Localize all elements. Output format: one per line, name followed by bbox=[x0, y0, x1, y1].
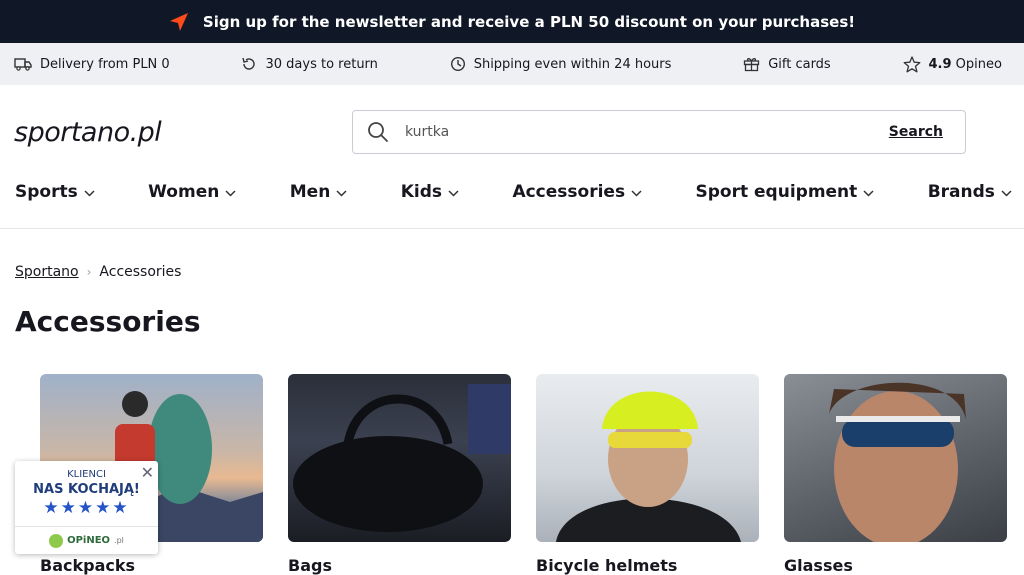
category-label: Bags bbox=[288, 556, 332, 575]
header-divider bbox=[0, 228, 1024, 229]
nav-item-brands[interactable]: Brands bbox=[928, 182, 1012, 202]
category-label: Glasses bbox=[784, 556, 853, 575]
badge-footer: OPiNEO .pl bbox=[15, 526, 158, 554]
nav-label: Brands bbox=[927, 182, 995, 202]
truck-icon bbox=[14, 57, 32, 71]
rating-score: 4.9 bbox=[928, 56, 952, 72]
nav-label: Sport equipment bbox=[695, 182, 858, 202]
nav-label: Sports bbox=[15, 182, 78, 202]
search-box: Search bbox=[352, 110, 966, 154]
nav-label: Kids bbox=[400, 182, 443, 202]
newsletter-banner[interactable]: Sign up for the newsletter and receive a… bbox=[0, 0, 1024, 43]
chevron-down-icon bbox=[336, 182, 347, 202]
info-shipping-text: Shipping even within 24 hours bbox=[473, 56, 672, 72]
badge-brand-suffix: .pl bbox=[114, 536, 124, 545]
main-nav: Sports Women Men Kids Accessories Sport … bbox=[15, 182, 1012, 202]
opineo-logo-icon bbox=[49, 533, 64, 548]
site-header: sportano.pl Search bbox=[0, 85, 1024, 181]
info-return-text: 30 days to return bbox=[265, 56, 378, 72]
chevron-down-icon bbox=[448, 182, 459, 202]
opineo-rating[interactable]: 4.9 Opineo bbox=[903, 55, 1002, 73]
category-card-bicycle-helmets[interactable]: Bicycle helmets bbox=[536, 374, 759, 575]
category-label: Backpacks bbox=[40, 556, 136, 575]
info-shipping: Shipping even within 24 hours bbox=[450, 56, 672, 72]
page-title: Accessories bbox=[15, 305, 201, 338]
chevron-down-icon bbox=[225, 182, 236, 202]
gift-icon bbox=[743, 56, 760, 72]
category-card-glasses[interactable]: Glasses bbox=[784, 374, 1007, 575]
nav-item-sports[interactable]: Sports bbox=[15, 182, 95, 202]
breadcrumb: Sportano › Accessories bbox=[15, 264, 181, 280]
nav-label: Women bbox=[148, 182, 220, 202]
info-delivery: Delivery from PLN 0 bbox=[14, 57, 170, 72]
search-button[interactable]: Search bbox=[889, 124, 943, 140]
badge-line2: NAS KOCHAJĄ! bbox=[33, 482, 140, 497]
star-icon bbox=[903, 55, 921, 73]
info-return: 30 days to return bbox=[241, 56, 378, 72]
info-delivery-text: Delivery from PLN 0 bbox=[40, 56, 170, 72]
badge-line1: KLIENCI bbox=[67, 469, 106, 480]
return-icon bbox=[241, 56, 257, 72]
chevron-down-icon bbox=[863, 182, 874, 202]
info-gift-cards-text: Gift cards bbox=[768, 56, 831, 72]
clock-icon bbox=[450, 56, 466, 72]
chevron-down-icon bbox=[631, 182, 642, 202]
newsletter-text: Sign up for the newsletter and receive a… bbox=[202, 12, 856, 31]
nav-item-sport-equipment[interactable]: Sport equipment bbox=[696, 182, 875, 202]
info-bar: Delivery from PLN 0 30 days to return Sh… bbox=[0, 43, 1024, 85]
sportano-logo[interactable]: sportano.pl bbox=[14, 117, 162, 148]
category-image-bags[interactable] bbox=[288, 374, 511, 542]
nav-item-accessories[interactable]: Accessories bbox=[512, 182, 642, 202]
category-card-bags[interactable]: Bags bbox=[288, 374, 511, 575]
close-icon[interactable]: ✕ bbox=[141, 463, 154, 482]
info-gift-cards[interactable]: Gift cards bbox=[743, 56, 831, 72]
category-image-glasses[interactable] bbox=[784, 374, 1007, 542]
chevron-down-icon bbox=[1001, 182, 1012, 202]
breadcrumb-home[interactable]: Sportano bbox=[15, 264, 79, 280]
rating-source: Opineo bbox=[955, 56, 1002, 72]
nav-label: Men bbox=[289, 182, 331, 202]
nav-item-men[interactable]: Men bbox=[290, 182, 348, 202]
category-grid: Backpacks Bags Bicycle helmets Glasses bbox=[40, 374, 1007, 575]
badge-stars: ★★★★★ bbox=[43, 498, 130, 518]
chevron-right-icon: › bbox=[86, 265, 92, 279]
category-image-helmets[interactable] bbox=[536, 374, 759, 542]
search-input[interactable] bbox=[403, 123, 889, 141]
category-label: Bicycle helmets bbox=[536, 556, 678, 575]
opineo-badge[interactable]: ✕ KLIENCI NAS KOCHAJĄ! ★★★★★ OPiNEO .pl bbox=[15, 461, 158, 554]
breadcrumb-current: Accessories bbox=[99, 264, 182, 280]
paper-plane-icon bbox=[169, 12, 189, 32]
badge-brand: OPiNEO bbox=[67, 535, 111, 546]
nav-label: Accessories bbox=[512, 182, 626, 202]
nav-item-kids[interactable]: Kids bbox=[401, 182, 459, 202]
chevron-down-icon bbox=[84, 182, 95, 202]
nav-item-women[interactable]: Women bbox=[148, 182, 236, 202]
search-icon bbox=[367, 121, 389, 143]
